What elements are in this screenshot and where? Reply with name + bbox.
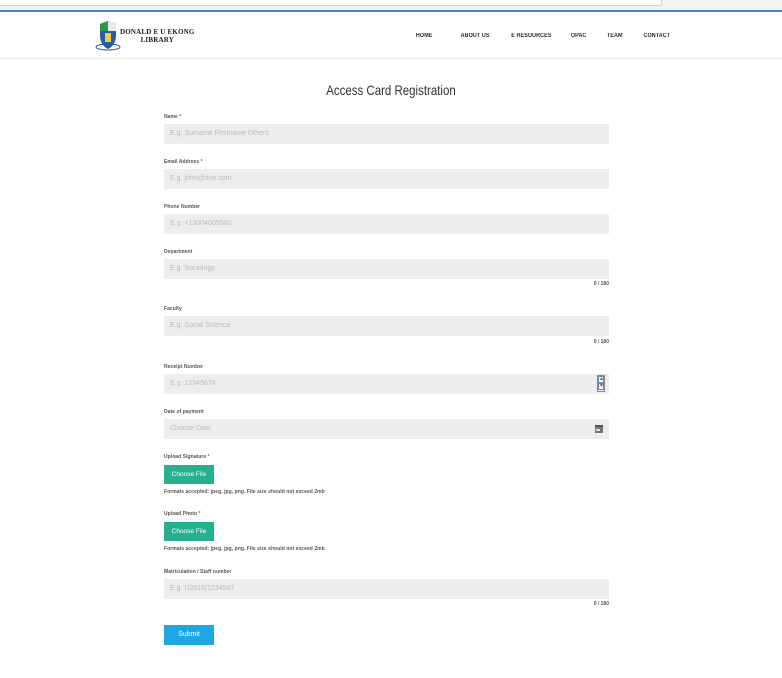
nav-contact[interactable]: CONTACT bbox=[644, 33, 671, 39]
faculty-char-counter: 0 / 180 bbox=[593, 339, 609, 345]
logo-text: DONALD E U EKONG LIBRARY bbox=[120, 28, 195, 44]
faculty-label: Faculty bbox=[164, 306, 182, 312]
site-logo[interactable]: DONALD E U EKONG LIBRARY bbox=[95, 21, 215, 53]
email-input[interactable]: E.g. john@doe.com bbox=[164, 169, 609, 189]
email-group: Email Address * E.g. john@doe.com bbox=[164, 159, 609, 189]
receipt-group: Receipt Number E.g. 12345678 ▲ ▼ bbox=[164, 364, 609, 394]
photo-group: Upload Photo * Choose File Formats accep… bbox=[164, 511, 609, 552]
browser-chrome bbox=[0, 0, 782, 12]
name-group: Name * E.g. Surname Firstname Others bbox=[164, 114, 609, 144]
receipt-label: Receipt Number bbox=[164, 364, 204, 370]
main-nav: HOME ABOUT US E RESOURCES OPAC TEAM CONT… bbox=[415, 33, 672, 39]
faculty-input[interactable]: E.g. Social Science bbox=[164, 316, 609, 336]
phone-label: Phone Number bbox=[164, 204, 201, 210]
nav-home[interactable]: HOME bbox=[416, 33, 433, 39]
matric-group: Matriculation / Staff number E.g. U2016/… bbox=[164, 569, 609, 607]
logo-line2: LIBRARY bbox=[140, 36, 174, 44]
library-emblem-icon bbox=[95, 21, 121, 51]
phone-group: Phone Number E.g. +13004005000 bbox=[164, 204, 609, 234]
receipt-placeholder: E.g. 12345678 bbox=[170, 380, 216, 387]
page-title: Access Card Registration bbox=[326, 82, 456, 98]
name-input[interactable]: E.g. Surname Firstname Others bbox=[164, 124, 609, 144]
date-placeholder: Choose Date bbox=[170, 425, 211, 432]
signature-group: Upload Signature * Choose File Formats a… bbox=[164, 454, 609, 495]
faculty-group: Faculty E.g. Social Science 0 / 180 bbox=[164, 306, 609, 345]
date-input[interactable]: Choose Date bbox=[164, 419, 609, 439]
department-input[interactable]: E.g. Sociology bbox=[164, 259, 609, 279]
spinner-down-icon[interactable]: ▼ bbox=[598, 383, 604, 390]
browser-address-area[interactable] bbox=[0, 0, 662, 6]
submit-button[interactable]: Submit bbox=[164, 625, 214, 645]
date-group: Date of payment Choose Date bbox=[164, 409, 609, 439]
receipt-input[interactable]: E.g. 12345678 ▲ ▼ bbox=[164, 374, 609, 394]
photo-choose-file-button[interactable]: Choose File bbox=[164, 522, 214, 541]
signature-choose-file-button[interactable]: Choose File bbox=[164, 465, 214, 484]
signature-format-hint: Formats accepted: jpeg, jpg, png. File s… bbox=[164, 489, 325, 495]
date-label: Date of payment bbox=[164, 409, 204, 415]
email-label: Email Address * bbox=[164, 159, 203, 165]
phone-input[interactable]: E.g. +13004005000 bbox=[164, 214, 609, 234]
signature-label: Upload Signature * bbox=[164, 454, 210, 460]
department-label: Department bbox=[164, 249, 193, 255]
matric-label: Matriculation / Staff number bbox=[164, 569, 232, 575]
department-group: Department E.g. Sociology 0 / 180 bbox=[164, 249, 609, 287]
matric-input[interactable]: E.g. U2016/1234567 bbox=[164, 579, 609, 599]
number-spinner[interactable]: ▲ ▼ bbox=[597, 375, 605, 392]
matric-char-counter: 0 / 180 bbox=[593, 601, 609, 607]
photo-format-hint: Formats accepted: jpeg, jpg, png. File s… bbox=[164, 546, 325, 552]
calendar-icon[interactable] bbox=[595, 425, 603, 433]
site-header: DONALD E U EKONG LIBRARY HOME ABOUT US E… bbox=[0, 14, 782, 59]
name-label: Name * bbox=[164, 114, 182, 120]
nav-opac[interactable]: OPAC bbox=[571, 33, 587, 39]
nav-about-us[interactable]: ABOUT US bbox=[460, 33, 489, 39]
nav-e-resources[interactable]: E RESOURCES bbox=[511, 33, 551, 39]
department-char-counter: 0 / 180 bbox=[593, 281, 609, 287]
logo-line1: DONALD E U EKONG bbox=[120, 28, 195, 36]
photo-label: Upload Photo * bbox=[164, 511, 201, 517]
nav-team[interactable]: TEAM bbox=[607, 33, 623, 39]
spinner-up-icon[interactable]: ▲ bbox=[598, 376, 604, 383]
